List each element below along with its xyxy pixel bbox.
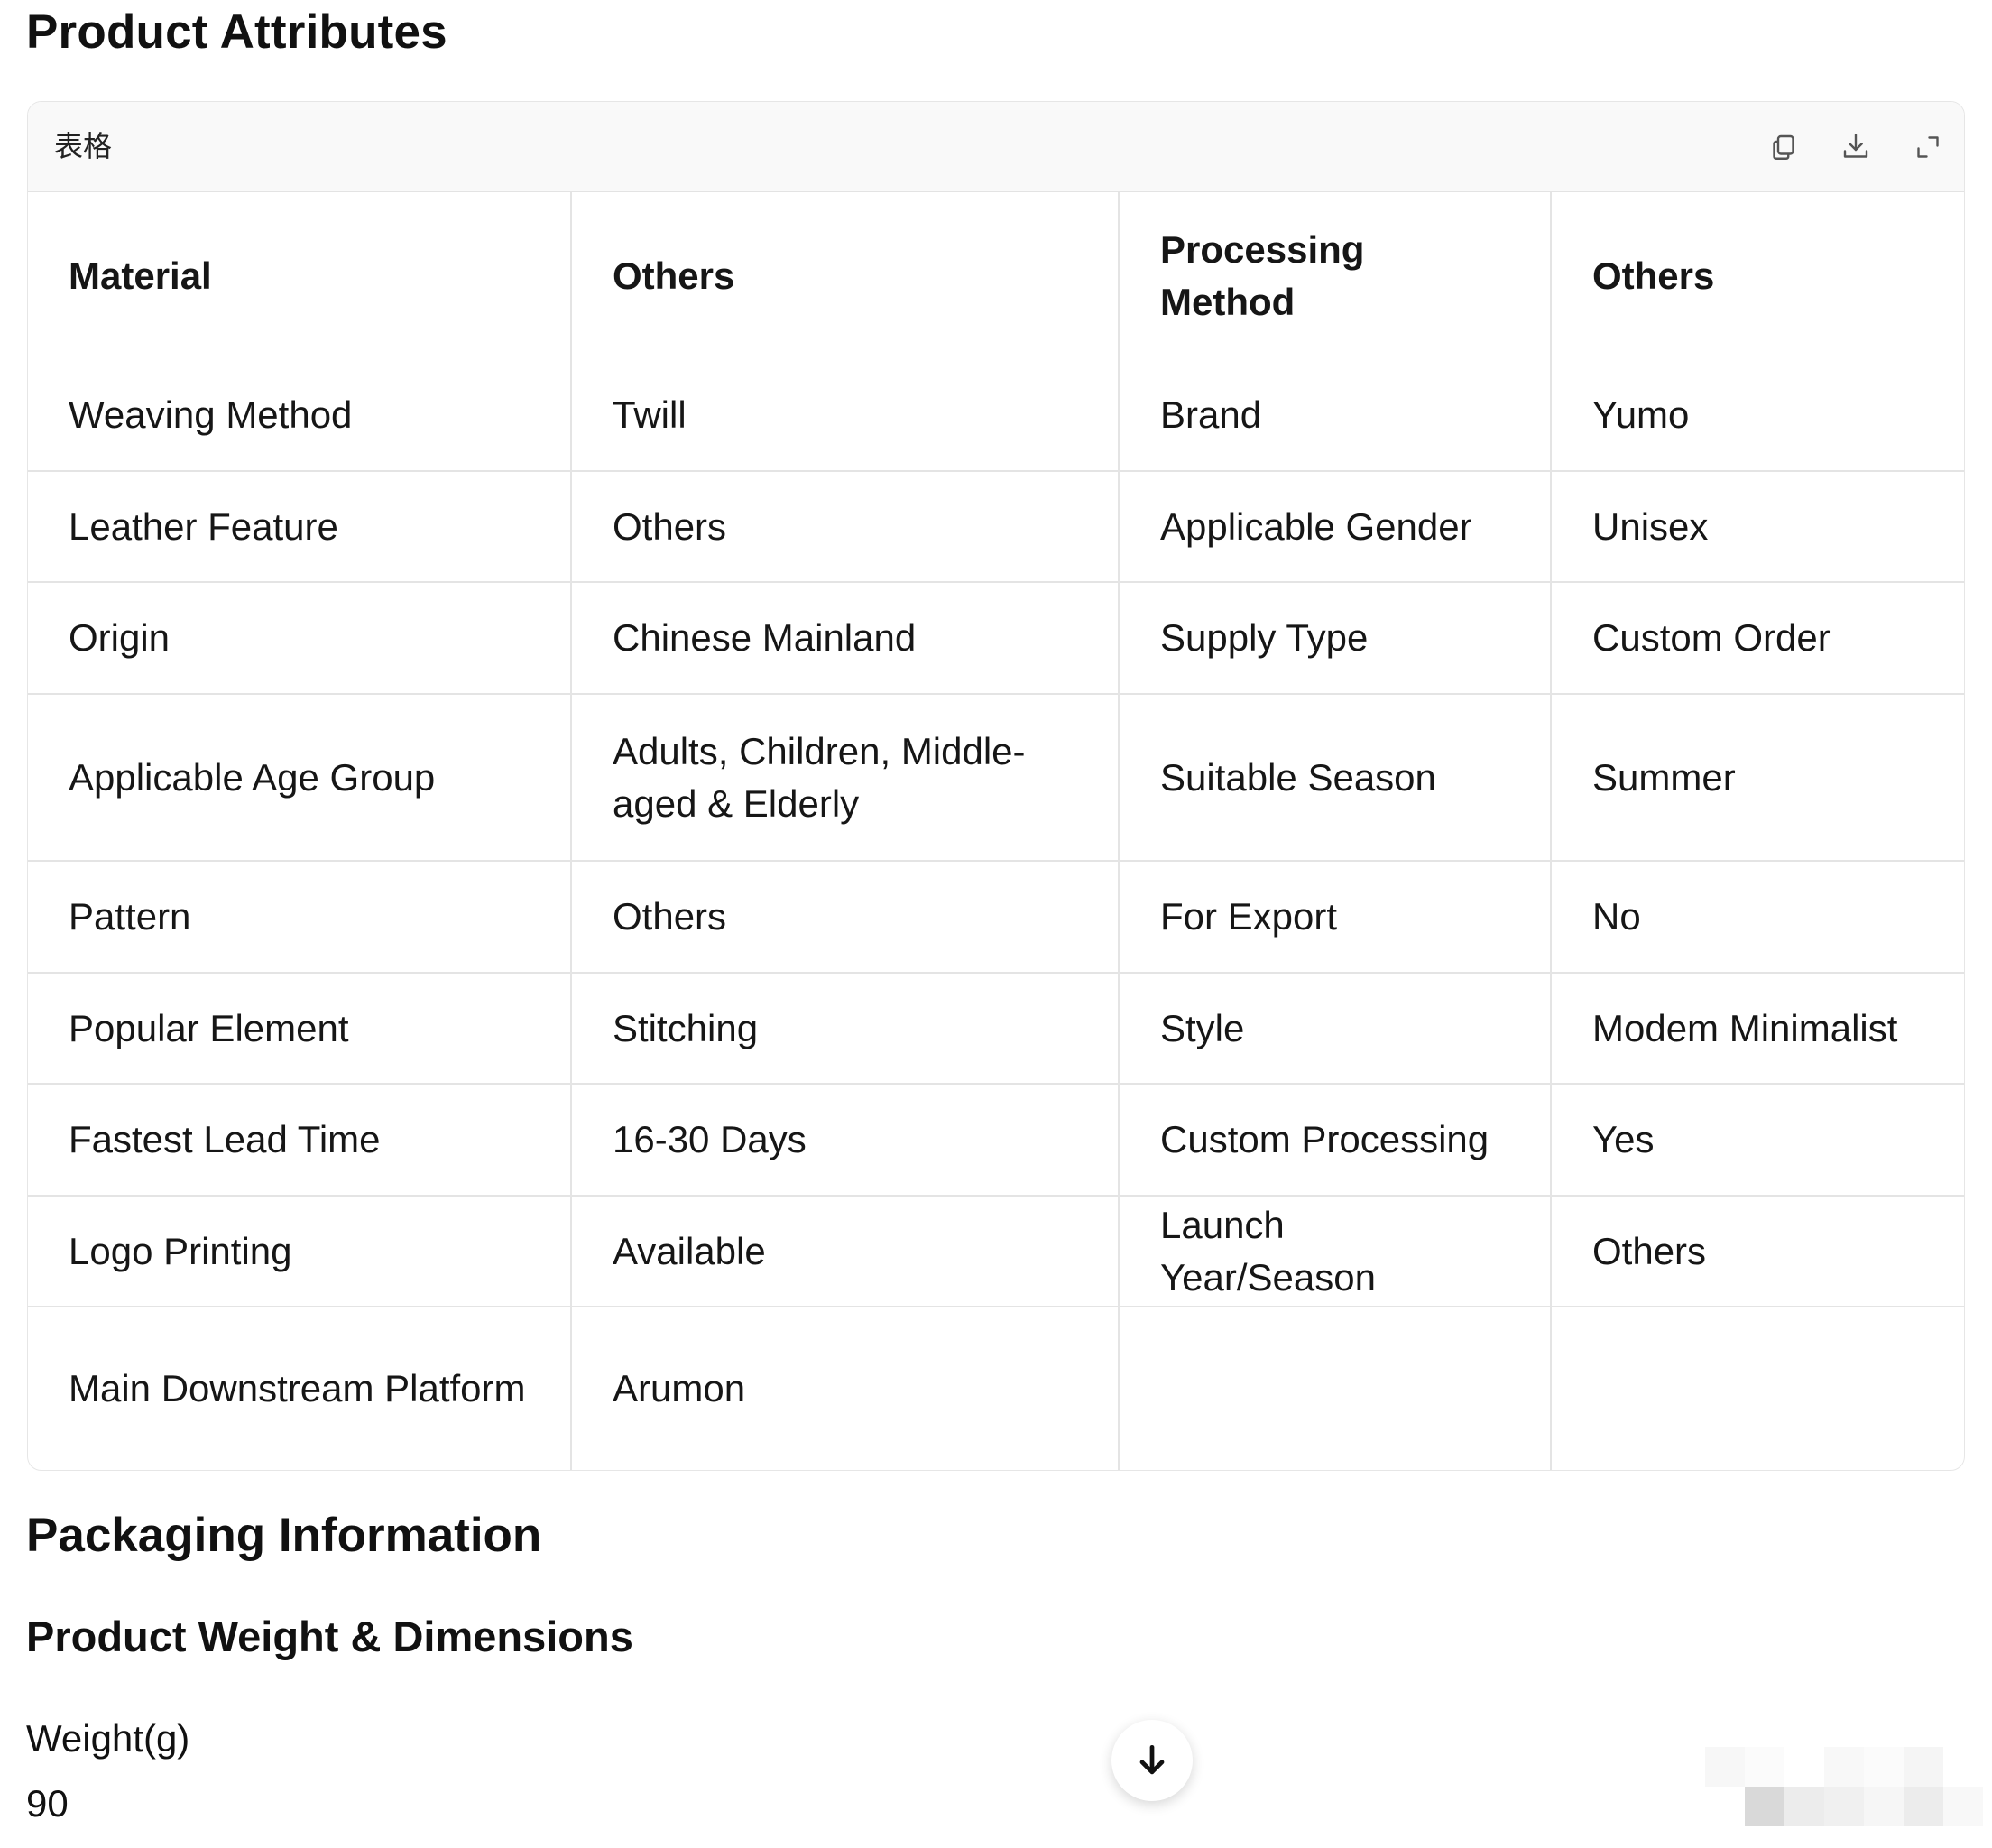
table-row: Fastest Lead Time 16-30 Days Custom Proc… (28, 1084, 1964, 1197)
table-header-row: Material Others Processing Method Others (28, 192, 1964, 359)
table-cell: Others (571, 471, 1120, 583)
table-row: Pattern Others For Export No (28, 861, 1964, 974)
table-cell: Yes (1551, 1084, 1964, 1197)
copy-icon[interactable] (1766, 129, 1802, 165)
download-icon[interactable] (1838, 129, 1874, 165)
table-cell: For Export (1119, 861, 1552, 974)
table-cell: Stitching (571, 973, 1120, 1085)
table-cell: Pattern (28, 861, 572, 974)
table-cell: Arumon (571, 1307, 1120, 1470)
table-cell: Others (1551, 1196, 1964, 1307)
table-cell: Launch Year/Season (1119, 1196, 1552, 1307)
table-row: Origin Chinese Mainland Supply Type Cust… (28, 582, 1964, 695)
table-cell: Twill (571, 359, 1120, 472)
table-cell: Logo Printing (28, 1196, 572, 1307)
table-cell: Leather Feature (28, 471, 572, 583)
attributes-table: Material Others Processing Method Others… (28, 192, 1964, 1470)
table-cell: Chinese Mainland (571, 582, 1120, 695)
table-cell: Brand (1119, 359, 1552, 472)
column-header: Processing Method (1119, 192, 1552, 359)
table-cell: Weaving Method (28, 359, 572, 472)
table-row: Logo Printing Available Launch Year/Seas… (28, 1196, 1964, 1307)
arrow-down-icon (1139, 1744, 1165, 1775)
table-cell: Others (571, 861, 1120, 974)
table-cell: Main Downstream Platform (28, 1307, 572, 1470)
table-cell (1119, 1307, 1552, 1470)
table-card-title: 表格 (54, 130, 113, 162)
column-header: Others (571, 192, 1120, 359)
table-row: Popular Element Stitching Style Modem Mi… (28, 973, 1964, 1085)
table-cell: Style (1119, 973, 1552, 1085)
table-row: Weaving Method Twill Brand Yumo (28, 359, 1964, 472)
page: Product Attributes 表格 Material Others Pr… (0, 0, 1992, 1848)
column-header: Others (1592, 254, 1715, 297)
packaging-heading: Packaging Information (26, 1509, 542, 1562)
table-cell: Popular Element (28, 973, 572, 1085)
table-cell (1551, 1307, 1964, 1470)
weight-value: 90 (26, 1782, 69, 1825)
table-cell: Adults, Children, Middle-aged & Elderly (571, 694, 1120, 862)
table-row: Main Downstream Platform Arumon (28, 1307, 1964, 1470)
page-title: Product Attributes (26, 5, 447, 59)
table-row: Leather Feature Others Applicable Gender… (28, 471, 1964, 583)
table-card: 表格 Material Others Processing Method Oth… (27, 101, 1965, 1471)
expand-icon[interactable] (1910, 129, 1946, 165)
table-toolbar: 表格 (28, 102, 1964, 192)
table-cell: Applicable Gender (1119, 471, 1552, 583)
scroll-down-button[interactable] (1111, 1720, 1193, 1801)
table-cell: Summer (1551, 694, 1964, 862)
column-header: Material (28, 192, 572, 359)
table-cell: No (1551, 861, 1964, 974)
table-cell: Unisex (1551, 471, 1964, 583)
table-cell: Custom Processing (1119, 1084, 1552, 1197)
table-cell: Supply Type (1119, 582, 1552, 695)
table-cell: Origin (28, 582, 572, 695)
weight-dimensions-heading: Product Weight & Dimensions (26, 1612, 633, 1660)
table-cell: Fastest Lead Time (28, 1084, 572, 1197)
table-row: Applicable Age Group Adults, Children, M… (28, 694, 1964, 862)
pixelated-thumbnail (1705, 1747, 1983, 1837)
table-cell: Yumo (1551, 359, 1964, 472)
table-cell: Modem Minimalist (1551, 973, 1964, 1085)
table-cell: Suitable Season (1119, 694, 1552, 862)
table-cell: Applicable Age Group (28, 694, 572, 862)
table-cell: 16-30 Days (571, 1084, 1120, 1197)
table-cell: Available (571, 1196, 1120, 1307)
table-cell: Custom Order (1551, 582, 1964, 695)
weight-label: Weight(g) (26, 1717, 190, 1760)
